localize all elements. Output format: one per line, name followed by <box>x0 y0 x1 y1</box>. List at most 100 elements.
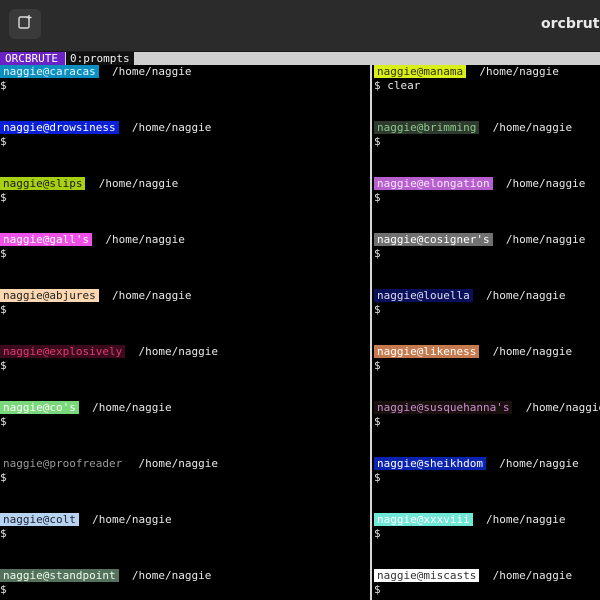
prompt-entry: naggie@sheikhdom /home/naggie $ <box>374 457 579 485</box>
command-line[interactable]: $ <box>374 527 565 541</box>
session-name: ORCBRUTE <box>0 52 65 65</box>
prompt-line: naggie@slips /home/naggie <box>0 177 178 191</box>
command-line[interactable]: $ <box>374 359 572 373</box>
command-line[interactable]: $ <box>374 583 572 597</box>
hostname-badge: naggie@gall's <box>0 233 93 246</box>
terminal-area[interactable]: naggie@caracas /home/naggie $ naggie@drows… <box>0 65 600 600</box>
tmux-status-bar: ORCBRUTE 0:prompts <box>0 52 600 65</box>
new-tab-button[interactable] <box>9 9 41 39</box>
prompt-line: naggie@explosively /home/naggie <box>0 345 218 359</box>
hostname-badge: naggie@slips <box>0 177 86 190</box>
hostname-badge: naggie@miscasts <box>374 569 480 582</box>
command-line[interactable]: $ <box>0 359 218 373</box>
working-directory: /home/naggie <box>105 233 185 246</box>
pane-divider[interactable] <box>370 65 372 600</box>
prompt-line: naggie@co's /home/naggie <box>0 401 172 415</box>
command-line[interactable]: $ <box>0 79 191 93</box>
hostname-badge: naggie@cosigner's <box>374 233 493 246</box>
command-line[interactable]: $ <box>374 415 600 429</box>
prompt-line: naggie@abjures /home/naggie <box>0 289 191 303</box>
hostname-badge: naggie@xxxviii <box>374 513 473 526</box>
command-line[interactable]: $ <box>374 135 572 149</box>
prompt-entry: naggie@manama /home/naggie $ clear <box>374 65 559 93</box>
working-directory: /home/naggie <box>485 289 566 302</box>
command-line[interactable]: $ <box>374 191 585 205</box>
new-tab-icon <box>17 14 33 34</box>
window-title: orcbrute <box>541 16 600 32</box>
command-line[interactable]: $ <box>0 247 185 261</box>
title-bar: orcbrute <box>0 0 600 52</box>
prompt-symbol: $ <box>374 471 381 484</box>
prompt-symbol: $ <box>0 135 7 148</box>
working-directory: /home/naggie <box>131 569 212 582</box>
working-directory: /home/naggie <box>98 177 179 190</box>
prompt-entry: naggie@susquehanna's /home/naggie $ <box>374 401 600 429</box>
prompt-symbol: $ <box>0 471 7 484</box>
prompt-line: naggie@susquehanna's /home/naggie <box>374 401 600 415</box>
prompt-line: naggie@proofreader /home/naggie <box>0 457 218 471</box>
working-directory: /home/naggie <box>92 401 172 414</box>
hostname-badge: naggie@colt <box>0 513 79 526</box>
command-line[interactable]: $ <box>0 471 218 485</box>
working-directory: /home/naggie <box>505 177 586 190</box>
prompt-line: naggie@colt /home/naggie <box>0 513 172 527</box>
hostname-badge: naggie@co's <box>0 401 79 414</box>
prompt-symbol: $ <box>374 359 381 372</box>
command-line[interactable]: $ <box>0 583 211 597</box>
right-pane[interactable]: naggie@manama /home/naggie $ clear naggie@… <box>374 65 600 600</box>
prompt-symbol: $ <box>0 527 7 540</box>
working-directory: /home/naggie <box>111 289 192 302</box>
hostname-badge: naggie@caracas <box>0 65 99 78</box>
prompt-line: naggie@sheikhdom /home/naggie <box>374 457 579 471</box>
prompt-entry: naggie@gall's /home/naggie $ <box>0 233 185 261</box>
command-line[interactable]: $ clear <box>374 79 559 93</box>
prompt-symbol: $ <box>374 583 381 596</box>
prompt-entry: naggie@xxxviii /home/naggie $ <box>374 513 565 541</box>
command-line[interactable]: $ <box>0 191 178 205</box>
hostname-badge: naggie@manama <box>374 65 467 78</box>
command-line[interactable]: $ <box>0 415 172 429</box>
prompt-entry: naggie@cosigner's /home/naggie $ <box>374 233 585 261</box>
prompt-entry: naggie@abjures /home/naggie $ <box>0 289 191 317</box>
working-directory: /home/naggie <box>485 513 566 526</box>
prompt-symbol: $ <box>0 191 7 204</box>
hostname-badge: naggie@likeness <box>374 345 480 358</box>
working-directory: /home/naggie <box>138 457 218 470</box>
hostname-badge: naggie@abjures <box>0 289 99 302</box>
prompt-line: naggie@xxxviii /home/naggie <box>374 513 565 527</box>
command-line[interactable]: $ <box>0 135 211 149</box>
prompt-line: naggie@louella /home/naggie <box>374 289 565 303</box>
prompt-line: naggie@caracas /home/naggie <box>0 65 191 79</box>
prompt-entry: naggie@proofreader /home/naggie $ <box>0 457 218 485</box>
prompt-symbol: $ <box>374 247 381 260</box>
hostname-badge: naggie@explosively <box>0 345 126 358</box>
prompt-entry: naggie@louella /home/naggie $ <box>374 289 565 317</box>
prompt-symbol: $ <box>0 415 7 428</box>
hostname-badge: naggie@brimming <box>374 121 480 134</box>
prompt-entry: naggie@standpoint /home/naggie $ <box>0 569 211 597</box>
hostname-badge: naggie@susquehanna's <box>374 401 513 414</box>
prompt-symbol: $ <box>0 583 7 596</box>
working-directory: /home/naggie <box>492 569 573 582</box>
working-directory: /home/naggie <box>131 121 212 134</box>
prompt-entry: naggie@drowsiness /home/naggie $ <box>0 121 211 149</box>
prompt-line: naggie@brimming /home/naggie <box>374 121 572 135</box>
prompt-line: naggie@elongation /home/naggie <box>374 177 585 191</box>
working-directory: /home/naggie <box>499 457 579 470</box>
prompt-entry: naggie@slips /home/naggie $ <box>0 177 178 205</box>
prompt-symbol: $ <box>374 79 381 92</box>
hostname-badge: naggie@standpoint <box>0 569 119 582</box>
command-line[interactable]: $ <box>374 303 565 317</box>
command-line[interactable]: $ <box>0 303 191 317</box>
working-directory: /home/naggie <box>111 65 192 78</box>
command-line[interactable]: $ <box>0 527 172 541</box>
prompt-line: naggie@drowsiness /home/naggie <box>0 121 211 135</box>
prompt-entry: naggie@co's /home/naggie $ <box>0 401 172 429</box>
command-line[interactable]: $ <box>374 471 579 485</box>
tmux-window-tab[interactable]: 0:prompts <box>66 52 134 65</box>
left-pane[interactable]: naggie@caracas /home/naggie $ naggie@drows… <box>0 65 370 600</box>
command-line[interactable]: $ <box>374 247 585 261</box>
hostname-badge: naggie@elongation <box>374 177 493 190</box>
prompt-symbol: $ <box>374 191 381 204</box>
prompt-line: naggie@likeness /home/naggie <box>374 345 572 359</box>
